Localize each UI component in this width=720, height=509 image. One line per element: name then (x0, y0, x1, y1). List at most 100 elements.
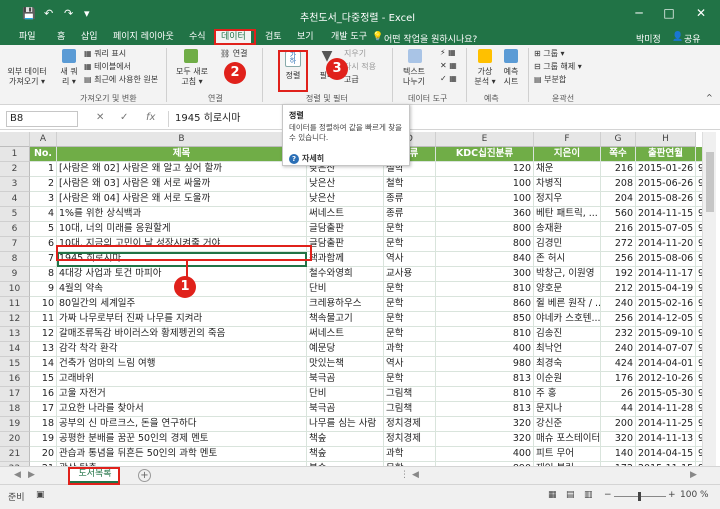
table-cell[interactable]: 813 (436, 372, 534, 387)
table-cell[interactable]: 204 (601, 192, 636, 207)
table-cell[interactable]: 212 (601, 282, 636, 297)
from-table-button[interactable]: ▦ 테이블에서 (84, 61, 131, 72)
table-cell[interactable]: 176 (601, 372, 636, 387)
column-header[interactable]: A (30, 132, 57, 147)
table-cell[interactable]: 320 (436, 417, 534, 432)
row-header[interactable]: 19 (0, 417, 30, 432)
table-cell[interactable]: 피트 무어 (534, 447, 601, 462)
redo-icon[interactable]: ↷ (64, 7, 73, 20)
table-cell[interactable]: 140 (601, 447, 636, 462)
table-cell[interactable]: 1945 히로시마 (57, 252, 307, 267)
table-cell[interactable]: 야네카 스호텐... (534, 312, 601, 327)
table-cell[interactable]: 이순원 (534, 372, 601, 387)
row-header[interactable]: 8 (0, 252, 30, 267)
table-cell[interactable]: 813 (436, 402, 534, 417)
table-cell[interactable]: 단비 (307, 387, 384, 402)
normal-view-icon[interactable]: ▦ (548, 490, 557, 500)
table-cell[interactable]: 860 (436, 297, 534, 312)
table-cell[interactable]: 역사 (384, 357, 436, 372)
table-cell[interactable]: 김송진 (534, 327, 601, 342)
table-cell[interactable]: 9 (30, 282, 57, 297)
table-cell[interactable]: 5 (30, 222, 57, 237)
table-cell[interactable]: 44 (601, 402, 636, 417)
table-cell[interactable]: 1%를 위한 상식백과 (57, 207, 307, 222)
row-header[interactable]: 11 (0, 297, 30, 312)
undo-icon[interactable]: ↶ (44, 7, 53, 20)
share-button[interactable]: 공유 (684, 32, 701, 45)
table-cell[interactable]: 매슈 포스테이터 (534, 432, 601, 447)
table-cell[interactable]: 810 (436, 327, 534, 342)
table-cell[interactable]: 1 (30, 162, 57, 177)
reapply-button[interactable]: 다시 적용 (344, 61, 376, 72)
table-cell[interactable]: 정치경제 (384, 417, 436, 432)
table-cell[interactable]: 17 (30, 402, 57, 417)
table-cell[interactable]: 2015-01-26 (636, 162, 696, 177)
table-cell[interactable]: 2014-11-13 (636, 432, 696, 447)
header-cell[interactable]: 지은이 (534, 147, 601, 162)
table-cell[interactable]: [사람은 왜 04] 사람은 왜 서로 도울까 (57, 192, 307, 207)
table-cell[interactable]: 문학 (384, 297, 436, 312)
table-cell[interactable]: 맛있는책 (307, 357, 384, 372)
table-cell[interactable]: 13 (30, 342, 57, 357)
table-cell[interactable]: 120 (436, 162, 534, 177)
table-cell[interactable]: 11 (30, 312, 57, 327)
table-cell[interactable]: 7 (30, 252, 57, 267)
table-cell[interactable]: 갈매조류독감 바이러스와 황제펭귄의 죽음 (57, 327, 307, 342)
table-cell[interactable]: 문학 (384, 282, 436, 297)
tab-data[interactable]: 데이터 (216, 31, 251, 45)
add-sheet-button[interactable]: + (138, 469, 151, 482)
row-header[interactable]: 9 (0, 267, 30, 282)
table-cell[interactable]: 김경민 (534, 237, 601, 252)
prev-sheet-icon[interactable]: ◀ (14, 470, 21, 480)
zoom-out-icon[interactable]: − (604, 490, 612, 500)
remove-duplicates-icon[interactable]: ✕ ▦ (440, 61, 457, 70)
zoom-level[interactable]: 100 % (680, 490, 709, 500)
table-cell[interactable]: 철학 (384, 177, 436, 192)
row-header[interactable]: 5 (0, 207, 30, 222)
hscroll-right-icon[interactable]: ▶ (690, 470, 697, 480)
table-cell[interactable]: 책숲 (307, 447, 384, 462)
table-cell[interactable]: 2 (30, 177, 57, 192)
table-cell[interactable]: 26 (601, 387, 636, 402)
table-cell[interactable]: 공부의 신 마르크스, 돈을 연구하다 (57, 417, 307, 432)
row-header[interactable]: 20 (0, 432, 30, 447)
table-cell[interactable]: 정치경제 (384, 432, 436, 447)
row-header[interactable]: 10 (0, 282, 30, 297)
select-all-corner[interactable] (0, 132, 30, 147)
name-box[interactable]: B8 (6, 111, 78, 127)
row-header[interactable]: 18 (0, 402, 30, 417)
table-cell[interactable]: 272 (601, 237, 636, 252)
row-header[interactable]: 14 (0, 342, 30, 357)
table-cell[interactable]: [사람은 왜 02] 사람은 왜 알고 싶어 할까 (57, 162, 307, 177)
table-cell[interactable]: 2014-07-07 (636, 342, 696, 357)
column-header[interactable]: E (436, 132, 534, 147)
row-header[interactable]: 16 (0, 372, 30, 387)
table-cell[interactable]: 역사 (384, 252, 436, 267)
show-queries-button[interactable]: ▦ 쿼리 표시 (84, 48, 126, 59)
table-cell[interactable]: 18 (30, 417, 57, 432)
table-cell[interactable]: 낮은산 (307, 192, 384, 207)
worksheet-grid[interactable]: ABCDEFGH1No.제목출판사분류KDC십진분류지은이쪽수출판연월21[사람… (0, 132, 720, 466)
table-cell[interactable]: 10 (30, 297, 57, 312)
table-cell[interactable]: 종류 (384, 192, 436, 207)
refresh-all-button[interactable]: 모두 새로 고침 ▾ (172, 67, 212, 87)
forecast-sheet-button[interactable]: 예측 시트 (496, 67, 526, 87)
row-header[interactable]: 21 (0, 447, 30, 462)
table-cell[interactable]: 400 (436, 342, 534, 357)
scroll-thumb[interactable] (706, 152, 714, 212)
table-cell[interactable]: 낮은산 (307, 177, 384, 192)
table-cell[interactable]: 850 (436, 312, 534, 327)
new-query-button[interactable]: 새 쿼 리 ▾ (56, 67, 82, 87)
table-cell[interactable]: 256 (601, 312, 636, 327)
table-cell[interactable]: 560 (601, 207, 636, 222)
table-cell[interactable]: 종류 (384, 207, 436, 222)
table-cell[interactable]: 360 (436, 207, 534, 222)
header-cell[interactable]: 출판연월 (636, 147, 696, 162)
row-header[interactable]: 17 (0, 387, 30, 402)
table-cell[interactable]: 크레용하우스 (307, 297, 384, 312)
next-sheet-icon[interactable]: ▶ (28, 470, 35, 480)
table-cell[interactable]: 240 (601, 297, 636, 312)
data-validation-icon[interactable]: ✓ ▦ (440, 74, 457, 83)
table-cell[interactable]: 100 (436, 177, 534, 192)
table-cell[interactable]: 2014-04-01 (636, 357, 696, 372)
